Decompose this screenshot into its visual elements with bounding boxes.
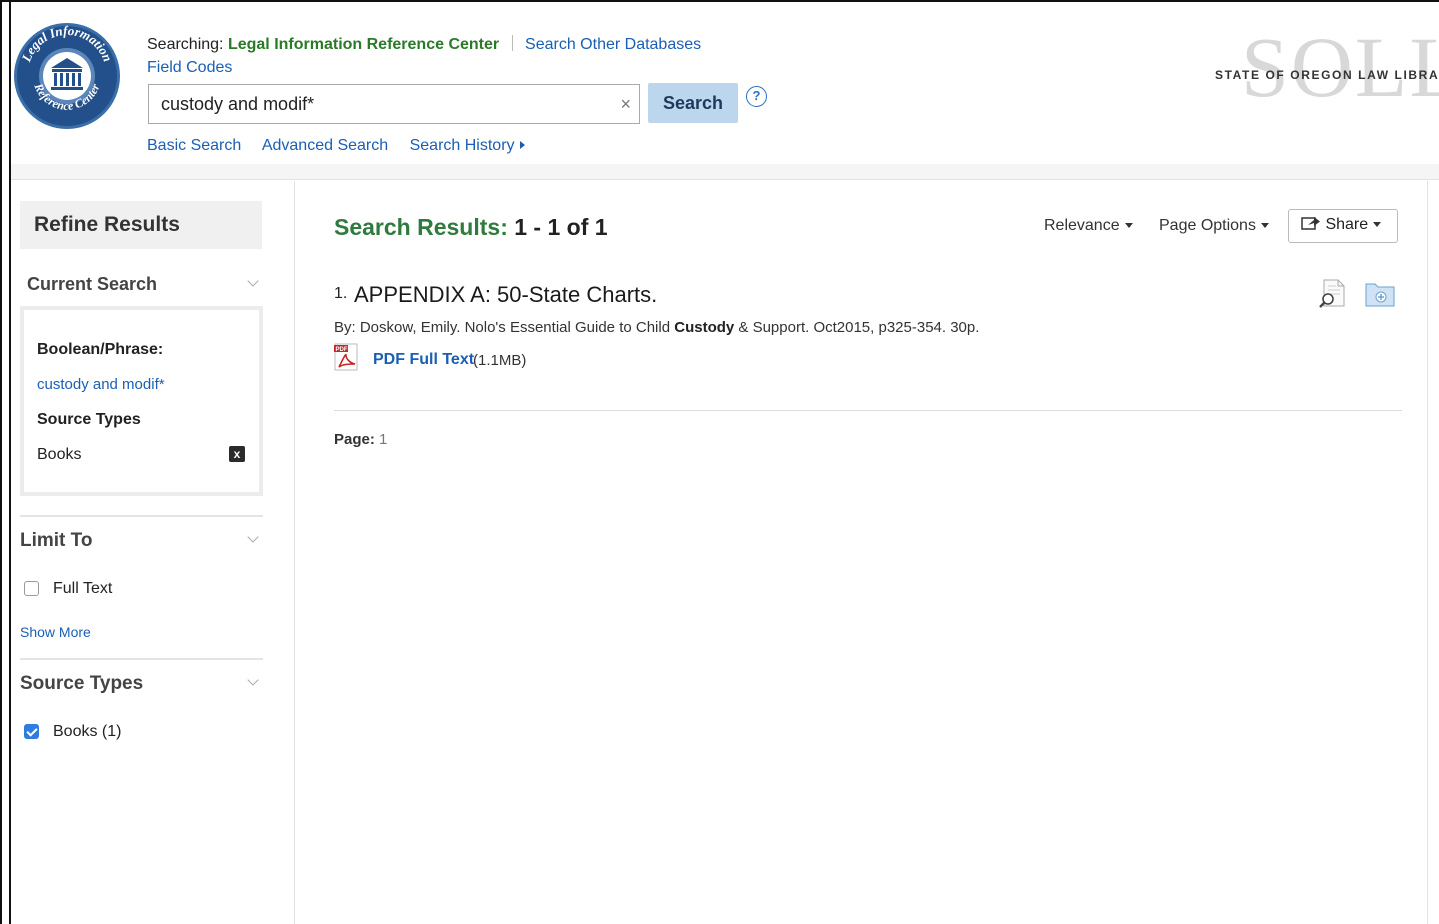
search-button[interactable]: Search (648, 83, 738, 123)
help-icon[interactable]: ? (746, 86, 767, 107)
page-number[interactable]: 1 (379, 431, 387, 448)
svg-text:PDF: PDF (336, 347, 348, 353)
searching-line: Searching: Legal Information Reference C… (147, 35, 701, 54)
search-modes: Basic Search Advanced Search Search Hist… (147, 137, 542, 155)
search-history-link[interactable]: Search History (410, 137, 525, 154)
results-title: Search Results: 1 - 1 of 1 (334, 214, 608, 241)
result-title-link[interactable]: APPENDIX A: 50-State Charts. (354, 282, 657, 308)
limit-to-heading[interactable]: Limit To (20, 530, 92, 552)
search-box: × (148, 84, 640, 124)
chevron-down-icon[interactable] (247, 531, 259, 543)
divider (20, 658, 263, 660)
search-other-databases-link[interactable]: Search Other Databases (525, 36, 701, 53)
sort-label: Relevance (1044, 217, 1120, 234)
preview-magnifier-icon[interactable] (1318, 278, 1346, 308)
advanced-search-link[interactable]: Advanced Search (262, 137, 388, 154)
pdf-size: (1.1MB) (473, 352, 527, 369)
boolean-phrase-value[interactable]: custody and modif* (37, 376, 165, 393)
byline-highlight: Custody (674, 319, 735, 336)
full-text-label[interactable]: Full Text (53, 580, 112, 598)
books-filter-label[interactable]: Books (1) (53, 723, 121, 741)
library-logo[interactable]: SOLL STATE OF OREGON LAW LIBRARY (1215, 28, 1439, 108)
refine-sidebar: Refine Results Current Search Boolean/Ph… (11, 181, 295, 924)
results-range: 1 - 1 of 1 (514, 214, 608, 240)
right-rail (1427, 181, 1439, 924)
clear-search-icon[interactable]: × (620, 94, 631, 115)
page-label: Page: (334, 431, 375, 448)
search-input[interactable] (149, 85, 589, 123)
boolean-phrase-label: Boolean/Phrase: (37, 341, 164, 358)
field-codes-link[interactable]: Field Codes (147, 59, 232, 77)
share-icon (1301, 217, 1320, 230)
separator (511, 35, 513, 51)
share-button[interactable]: Share (1288, 209, 1398, 243)
database-name: Legal Information Reference Center (227, 36, 500, 53)
pdf-icon[interactable]: PDF (334, 343, 358, 371)
chevron-down-icon[interactable] (247, 674, 259, 686)
results-divider (334, 410, 1402, 411)
source-types-heading[interactable]: Source Types (20, 673, 143, 695)
searching-prefix: Searching: (147, 36, 224, 53)
search-history-label: Search History (409, 137, 515, 154)
show-more-link[interactable]: Show More (20, 624, 91, 640)
refine-results-title: Refine Results (20, 201, 262, 249)
source-types-value: Books (37, 446, 82, 463)
page-options-label: Page Options (1159, 217, 1256, 234)
divider (20, 515, 263, 517)
source-types-label: Source Types (37, 411, 141, 428)
pdf-full-text-link[interactable]: PDF Full Text (373, 351, 474, 369)
pagination: Page: 1 (334, 431, 387, 448)
current-search-box: Boolean/Phrase: custody and modif* Sourc… (20, 306, 263, 496)
books-checkbox[interactable] (24, 724, 39, 739)
results-title-prefix: Search Results: (334, 214, 508, 240)
triangle-right-icon (519, 141, 525, 149)
header-strip (11, 164, 1439, 180)
basic-search-link[interactable]: Basic Search (147, 137, 241, 154)
chevron-down-icon[interactable] (247, 275, 259, 287)
result-number: 1. (334, 285, 348, 302)
byline-prefix: By: Doskow, Emily. Nolo's Essential Guid… (334, 319, 671, 336)
current-search-heading[interactable]: Current Search (27, 274, 157, 295)
full-text-checkbox[interactable] (24, 581, 39, 596)
caret-down-icon (1124, 223, 1133, 228)
sort-relevance-dropdown[interactable]: Relevance (1044, 217, 1133, 235)
add-to-folder-icon[interactable] (1364, 280, 1396, 308)
results-main: Search Results: 1 - 1 of 1 Relevance Pag… (296, 181, 1427, 924)
caret-down-icon (1260, 223, 1269, 228)
lirc-logo[interactable]: Legal Information Reference Center (14, 16, 120, 136)
page-options-dropdown[interactable]: Page Options (1159, 217, 1269, 235)
share-label: Share (1325, 216, 1369, 233)
caret-down-icon (1373, 222, 1382, 227)
byline-suffix: & Support. Oct2015, p325-354. 30p. (738, 319, 980, 336)
result-byline: By: Doskow, Emily. Nolo's Essential Guid… (334, 319, 979, 336)
remove-filter-icon[interactable]: x (229, 446, 245, 462)
library-name: STATE OF OREGON LAW LIBRARY (1215, 68, 1439, 82)
